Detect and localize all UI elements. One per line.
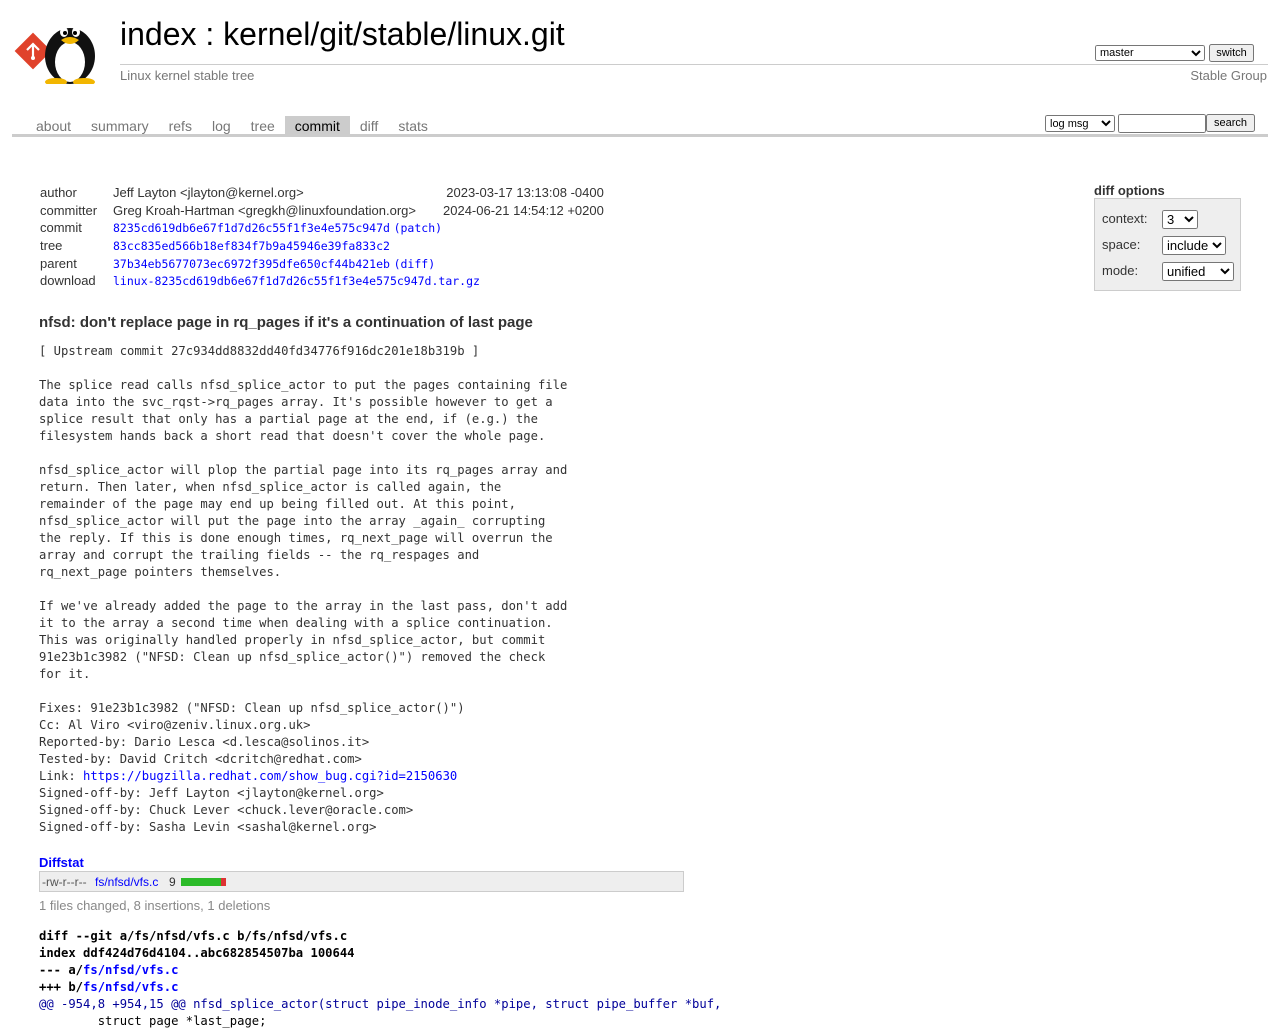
insertions-bar <box>181 878 221 886</box>
bugzilla-link[interactable]: https://bugzilla.redhat.com/show_bug.cgi… <box>83 769 457 783</box>
download-tarball-link[interactable]: linux-8235cd619db6e67f1d7d26c55f1f3e4e57… <box>113 274 480 288</box>
tab-commit[interactable]: commit <box>284 116 350 136</box>
header-divider <box>120 64 1268 65</box>
repo-description: Linux kernel stable tree <box>120 68 255 83</box>
nav-tabs: about summary refs log tree commit diff … <box>26 116 438 136</box>
mode-select[interactable]: unified <box>1162 262 1234 281</box>
parent-row: parent 37b34eb5677073ec6972f395dfe650cf4… <box>40 254 604 272</box>
commit-sha-link[interactable]: 8235cd619db6e67f1d7d26c55f1f3e4e575c947d <box>113 221 390 235</box>
download-row: download linux-8235cd619db6e67f1d7d26c55… <box>40 272 604 290</box>
author-date: 2023-03-17 13:13:08 -0400 <box>446 185 604 201</box>
deletions-bar <box>221 878 226 886</box>
diffstat-table: -rw-r--r-- fs/nfsd/vfs.c 9 <box>39 871 684 892</box>
download-value: linux-8235cd619db6e67f1d7d26c55f1f3e4e57… <box>113 272 604 290</box>
index-link[interactable]: index <box>120 16 197 52</box>
search-input[interactable] <box>1118 114 1206 133</box>
diffstat-graph <box>181 878 226 886</box>
tabs-divider <box>12 134 1268 137</box>
mode-label: mode: <box>1102 263 1139 278</box>
diffstat-count: 9 <box>169 875 176 889</box>
committer-label: committer <box>40 202 98 218</box>
space-label: space: <box>1102 237 1141 252</box>
commit-value: 8235cd619db6e67f1d7d26c55f1f3e4e575c947d… <box>113 219 604 237</box>
space-select[interactable]: include <box>1162 236 1226 255</box>
committer-row: committer Greg Kroah-Hartman <gregkh@lin… <box>40 202 604 220</box>
tree-value: 83cc835ed566b18ef834f7b9a45946e39fa833c2 <box>113 237 604 255</box>
search-type-select[interactable]: log msg <box>1045 115 1115 132</box>
download-label: download <box>40 273 96 289</box>
diff-old-file-header: --- a/fs/nfsd/vfs.c <box>39 962 721 979</box>
new-prefix: +++ b/ <box>39 980 84 994</box>
tab-refs[interactable]: refs <box>159 116 202 136</box>
tab-summary[interactable]: summary <box>81 116 159 136</box>
tree-sha-link[interactable]: 83cc835ed566b18ef834f7b9a45946e39fa833c2 <box>113 239 390 253</box>
diff-git-header: diff --git a/fs/nfsd/vfs.c b/fs/nfsd/vfs… <box>39 929 348 943</box>
author-label: author <box>40 185 77 201</box>
diff-new-file-header: +++ b/fs/nfsd/vfs.c <box>39 979 721 996</box>
parent-label: parent <box>40 255 77 271</box>
hunk-range: @@ -954,8 +954,15 @@ <box>39 997 186 1011</box>
parent-diff-link[interactable]: (diff) <box>394 257 436 271</box>
branch-select[interactable]: master <box>1095 45 1205 61</box>
new-file-link[interactable]: fs/nfsd/vfs.c <box>83 980 178 994</box>
repo-owner: Stable Group <box>1190 68 1267 83</box>
page-title: index : kernel/git/stable/linux.git <box>120 16 565 53</box>
tab-about[interactable]: about <box>26 116 81 136</box>
cgit-tux-logo[interactable] <box>14 12 110 84</box>
diff-context-line: struct page *last_page; <box>39 1014 267 1028</box>
message-signoffs: Signed-off-by: Jeff Layton <jlayton@kern… <box>39 786 414 834</box>
commit-label: commit <box>40 220 82 236</box>
tab-log[interactable]: log <box>202 116 241 136</box>
author-value: Jeff Layton <jlayton@kernel.org> <box>113 185 304 201</box>
context-select[interactable]: 3 <box>1162 210 1198 229</box>
diff-options-heading: diff options <box>1094 183 1165 198</box>
tux-penguin-icon <box>45 27 95 84</box>
commit-message: [ Upstream commit 27c934dd8832dd40fd3477… <box>39 343 567 836</box>
tab-stats[interactable]: stats <box>388 116 438 136</box>
commit-subject: nfsd: don't replace page in rq_pages if … <box>39 314 533 331</box>
diffstat-file-link[interactable]: fs/nfsd/vfs.c <box>95 875 158 889</box>
title-separator: : <box>196 16 224 52</box>
switch-button[interactable]: switch <box>1209 44 1254 62</box>
file-mode: -rw-r--r-- <box>42 875 87 889</box>
old-prefix: --- a/ <box>39 963 84 977</box>
diff-view: diff --git a/fs/nfsd/vfs.c b/fs/nfsd/vfs… <box>39 928 721 1030</box>
search-button[interactable]: search <box>1206 114 1255 132</box>
hunk-context: nfsd_splice_actor(struct pipe_inode_info… <box>185 997 722 1011</box>
commit-info-table: author Jeff Layton <jlayton@kernel.org> … <box>40 184 604 290</box>
parent-value: 37b34eb5677073ec6972f395dfe650cf44b421eb… <box>113 254 604 272</box>
diff-index-header: index ddf424d76d4104..abc682854507ba 100… <box>39 946 355 960</box>
tree-label: tree <box>40 238 63 254</box>
diffstat-summary: 1 files changed, 8 insertions, 1 deletio… <box>39 898 271 913</box>
diff-hunk-header: @@ -954,8 +954,15 @@ nfsd_splice_actor(s… <box>39 996 721 1013</box>
repo-link[interactable]: kernel/git/stable/linux.git <box>223 16 565 52</box>
tree-row: tree 83cc835ed566b18ef834f7b9a45946e39fa… <box>40 237 604 255</box>
context-label: context: <box>1102 211 1148 226</box>
message-text: [ Upstream commit 27c934dd8832dd40fd3477… <box>39 344 568 783</box>
parent-sha-link[interactable]: 37b34eb5677073ec6972f395dfe650cf44b421eb <box>113 257 390 271</box>
tab-diff[interactable]: diff <box>350 116 388 136</box>
old-file-link[interactable]: fs/nfsd/vfs.c <box>83 963 178 977</box>
diffstat-heading-link[interactable]: Diffstat <box>39 855 84 870</box>
commit-row: commit 8235cd619db6e67f1d7d26c55f1f3e4e5… <box>40 219 604 237</box>
diff-options-panel: context: 3 space: include mode: unified <box>1094 198 1241 291</box>
committer-date: 2024-06-21 14:54:12 +0200 <box>443 202 604 218</box>
author-row: author Jeff Layton <jlayton@kernel.org> … <box>40 184 604 202</box>
tab-tree[interactable]: tree <box>241 116 285 136</box>
patch-link[interactable]: (patch) <box>394 221 442 235</box>
committer-value: Greg Kroah-Hartman <gregkh@linuxfoundati… <box>113 202 416 218</box>
